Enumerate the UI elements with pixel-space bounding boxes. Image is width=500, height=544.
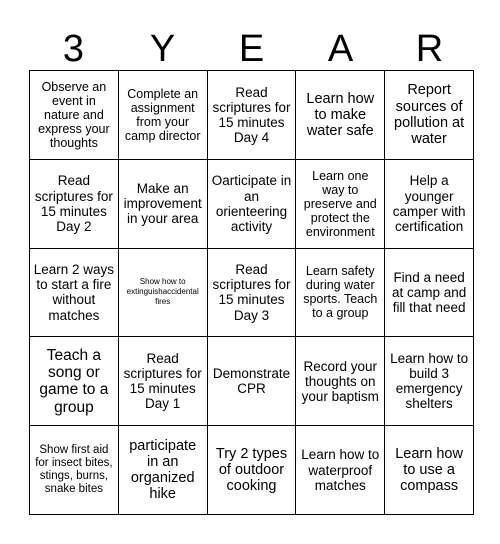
bingo-cell-r4c4[interactable]: Record your thoughts on your baptism <box>296 337 386 427</box>
bingo-cell-text: Learn 2 ways to start a fire without mat… <box>33 262 115 323</box>
bingo-cell-text: participate in an organized hike <box>129 437 197 503</box>
bingo-cell-text: Show how to extinguishaccidental fires <box>126 277 199 307</box>
bingo-header-letter-1: 3 <box>62 28 85 70</box>
bingo-cell-r4c2[interactable]: Read scriptures for 15 minutes Day 1 <box>118 337 208 427</box>
bingo-cell-text: Show first aid for insect bites, stings,… <box>35 444 113 495</box>
bingo-cell-r3c2[interactable]: Show how to extinguishaccidental fires <box>118 248 208 338</box>
bingo-cell-r5c2[interactable]: participate in an organized hike <box>118 426 208 515</box>
bingo-cell-text: Read scriptures for 15 minutes Day 2 <box>34 173 113 234</box>
bingo-cell-r5c5[interactable]: Learn how to use a compass <box>385 426 474 515</box>
bingo-cell-text: Read scriptures for 15 minutes Day 1 <box>123 351 202 412</box>
bingo-cell-r1c4[interactable]: Learn how to make water safe <box>296 71 386 160</box>
bingo-cell-r2c1[interactable]: Read scriptures for 15 minutes Day 2 <box>30 159 119 249</box>
bingo-cell-text: Oarticipate in an orienteering activity <box>211 173 292 234</box>
bingo-cell-r5c1[interactable]: Show first aid for insect bites, stings,… <box>30 426 119 515</box>
bingo-cell-r3c5[interactable]: Find a need at camp and fill that need <box>385 248 474 338</box>
bingo-cell-r1c3[interactable]: Read scriptures for 15 minutes Day 4 <box>207 71 297 160</box>
bingo-cell-r1c1[interactable]: Observe an event in nature and express y… <box>30 71 119 160</box>
bingo-header-letter-5: R <box>415 28 444 70</box>
bingo-header-letter-4: A <box>327 28 354 70</box>
bingo-cell-text: Report sources of pollution at water <box>394 82 465 148</box>
bingo-cell-text: Demonstrate CPR <box>212 366 291 397</box>
bingo-cell-text: Read scriptures for 15 minutes Day 3 <box>212 262 291 323</box>
bingo-cell-r5c3[interactable]: Try 2 types of outdoor cooking <box>207 426 297 515</box>
bingo-cell-r5c4[interactable]: Learn how to waterproof matches <box>296 426 386 515</box>
bingo-cell-text: Read scriptures for 15 minutes Day 4 <box>212 84 291 145</box>
bingo-cell-text: Learn safety during water sports. Teach … <box>303 264 378 321</box>
bingo-cell-text: Learn how to build 3 emergency shelters <box>390 351 469 412</box>
bingo-grid: Observe an event in nature and express y… <box>29 70 474 515</box>
bingo-cell-text: Learn how to use a compass <box>395 445 463 495</box>
bingo-header-letter-3: E <box>238 28 265 70</box>
bingo-cell-text: Make an improvement in your area <box>123 181 202 227</box>
bingo-cell-r2c2[interactable]: Make an improvement in your area <box>118 159 208 249</box>
bingo-cell-r3c1[interactable]: Learn 2 ways to start a fire without mat… <box>30 248 119 338</box>
bingo-cell-r1c5[interactable]: Report sources of pollution at water <box>385 71 474 160</box>
bingo-cell-r4c3[interactable]: Demonstrate CPR <box>207 337 297 427</box>
bingo-cell-text: Learn one way to preserve and protect th… <box>303 168 377 239</box>
bingo-cell-r4c5[interactable]: Learn how to build 3 emergency shelters <box>385 337 474 427</box>
bingo-cell-text: Learn how to waterproof matches <box>301 447 380 493</box>
bingo-cell-text: Try 2 types of outdoor cooking <box>215 445 288 495</box>
bingo-cell-r4c1[interactable]: Teach a song or game to a group <box>30 337 119 427</box>
bingo-cell-r1c2[interactable]: Complete an assignment from your camp di… <box>118 71 208 160</box>
bingo-cell-r2c4[interactable]: Learn one way to preserve and protect th… <box>296 159 386 249</box>
bingo-cell-text: Record your thoughts on your baptism <box>301 358 379 404</box>
bingo-cell-r2c5[interactable]: Help a younger camper with certification <box>385 159 474 249</box>
bingo-header-letter-2: Y <box>149 28 176 70</box>
bingo-cell-r3c4[interactable]: Learn safety during water sports. Teach … <box>296 248 386 338</box>
bingo-header-row: 3 Y E A R <box>29 22 474 70</box>
bingo-cell-text: Teach a song or game to a group <box>39 346 109 416</box>
bingo-cell-r2c3[interactable]: Oarticipate in an orienteering activity <box>207 159 297 249</box>
bingo-cell-text: Observe an event in nature and express y… <box>38 79 110 150</box>
bingo-cell-text: Complete an assignment from your camp di… <box>124 86 201 143</box>
bingo-card: 3 Y E A R Observe an event in nature and exp… <box>0 0 500 544</box>
bingo-cell-text: Learn how to make water safe <box>306 90 375 140</box>
bingo-cell-text: Find a need at camp and fill that need <box>391 269 467 316</box>
bingo-cell-text: Help a younger camper with certification <box>392 173 466 234</box>
bingo-cell-r3c3[interactable]: Read scriptures for 15 minutes Day 3 <box>207 248 297 338</box>
